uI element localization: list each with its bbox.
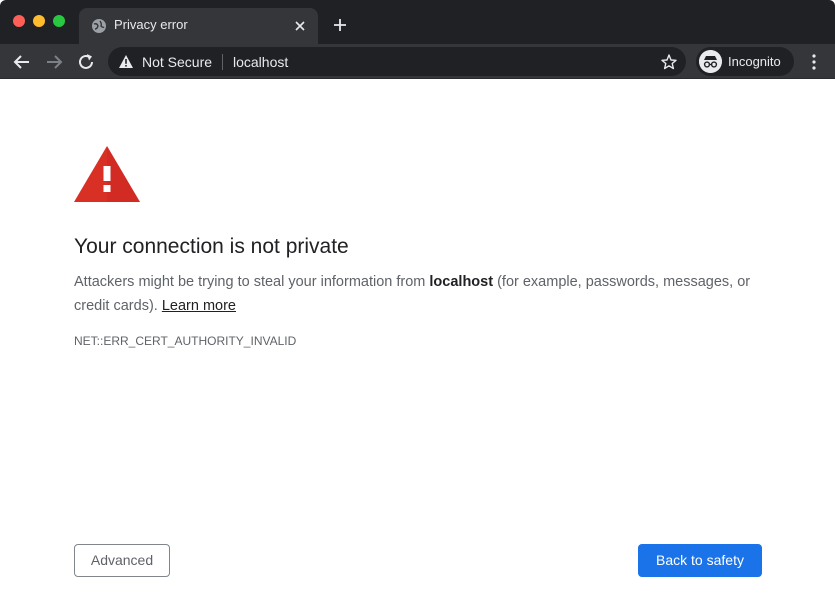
more-menu-icon[interactable] [805,50,823,74]
error-code[interactable]: NET::ERR_CERT_AUTHORITY_INVALID [74,334,296,348]
tab-strip: Privacy error [0,0,835,44]
desc-hostname: localhost [429,274,494,290]
back-to-safety-button[interactable]: Back to safety [638,544,762,577]
omnibox-divider [222,54,223,70]
address-bar[interactable]: Not Secure localhost [108,47,686,76]
new-tab-icon[interactable] [330,15,350,35]
security-status[interactable]: Not Secure [142,54,212,70]
desc-text-start: Attackers might be trying to steal your … [74,274,430,290]
error-description: Attackers might be trying to steal your … [74,270,764,318]
incognito-icon [699,50,722,73]
learn-more-link[interactable]: Learn more [162,298,236,314]
tab-privacy-error[interactable]: Privacy error [79,8,318,44]
maximize-window-button[interactable] [53,15,65,27]
incognito-profile-button[interactable]: Incognito [696,47,794,76]
tab-title: Privacy error [114,17,188,32]
warning-icon[interactable] [118,54,134,69]
reload-icon[interactable] [74,50,98,74]
toolbar: Not Secure localhost Incognito [0,44,835,79]
url-text[interactable]: localhost [233,54,288,70]
forward-arrow-icon[interactable] [42,50,66,74]
warning-triangle-icon [74,146,140,202]
globe-icon [92,19,106,33]
bookmark-star-icon[interactable] [660,53,678,71]
incognito-label: Incognito [728,54,781,69]
page-title: Your connection is not private [74,235,349,258]
close-window-button[interactable] [13,15,25,27]
advanced-button[interactable]: Advanced [74,544,170,577]
back-arrow-icon[interactable] [10,50,34,74]
close-tab-icon[interactable] [290,16,310,36]
minimize-window-button[interactable] [33,15,45,27]
interstitial-page: Your connection is not private Attackers… [0,79,835,600]
browser-window: Privacy error Not Secure localhost Incog… [0,0,835,600]
